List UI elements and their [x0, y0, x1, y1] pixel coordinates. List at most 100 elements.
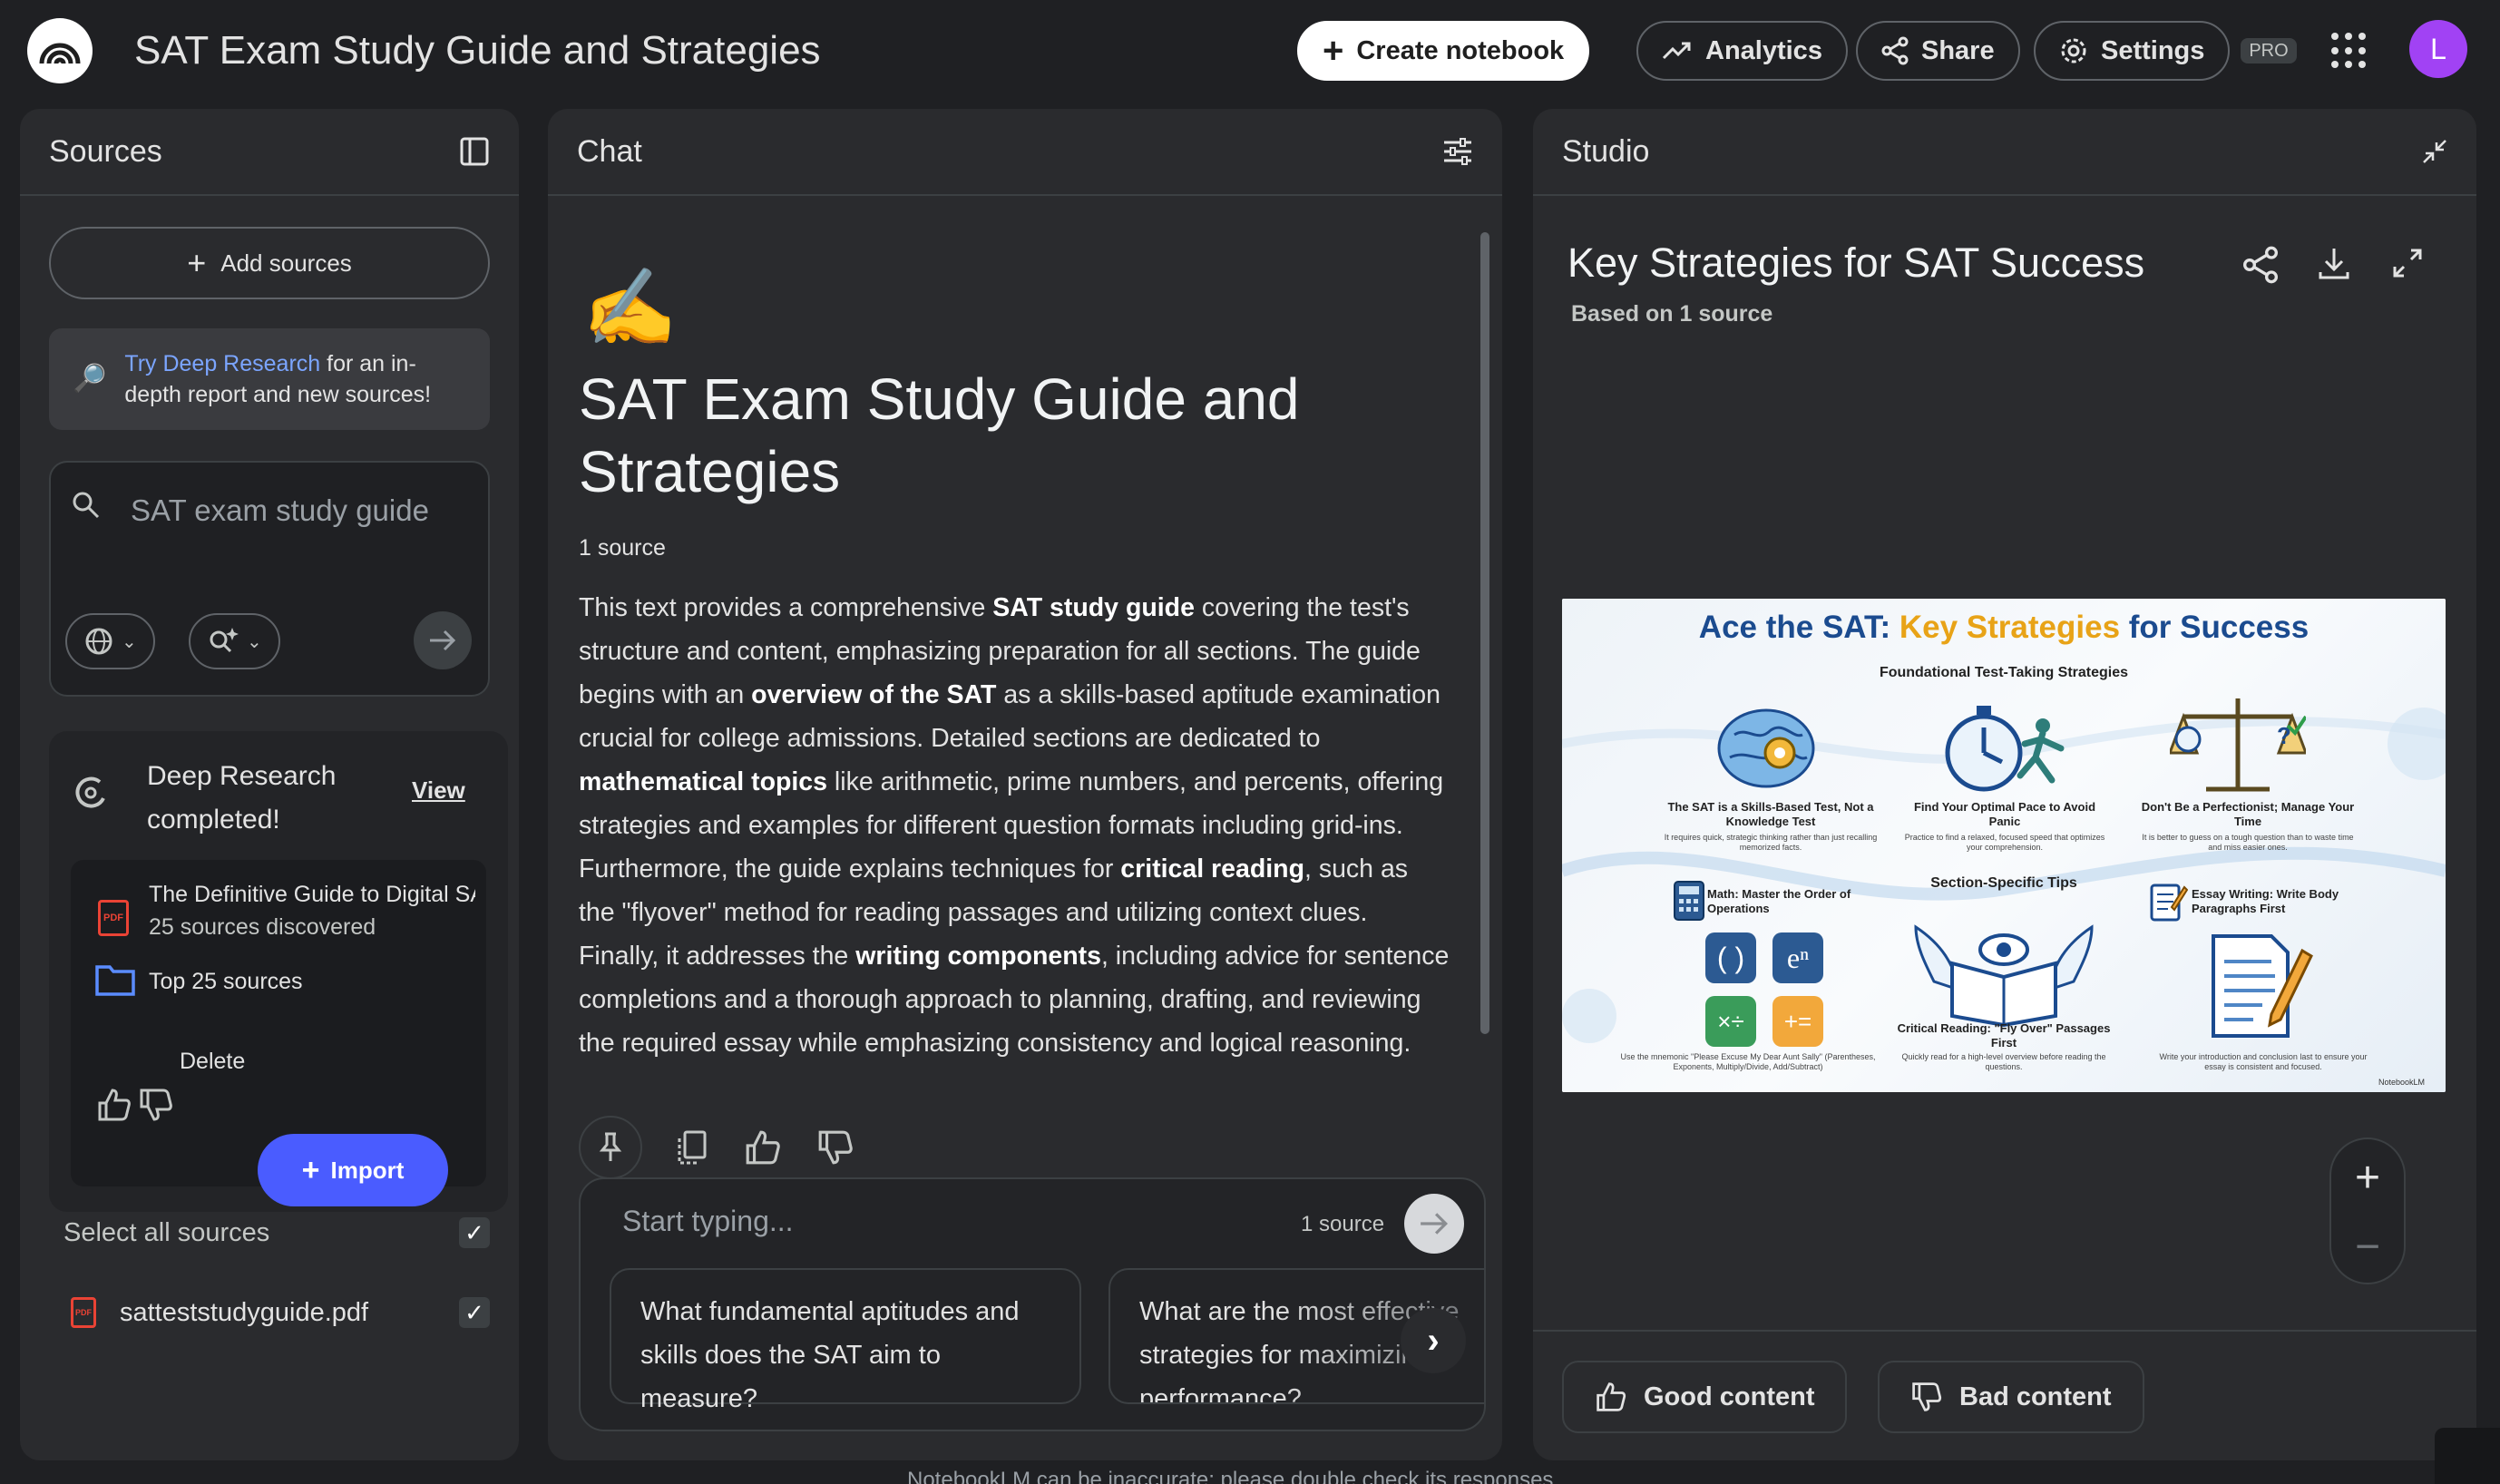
copy-button[interactable]	[660, 1116, 724, 1179]
import-button[interactable]: + Import	[258, 1134, 448, 1206]
analytics-button[interactable]: Analytics	[1636, 21, 1848, 81]
chat-thumbs-down-button[interactable]	[804, 1116, 867, 1179]
summary-bold-phrase: writing components	[855, 942, 1101, 971]
summary-bold-phrase: SAT study guide	[992, 593, 1195, 622]
sources-title: Sources	[49, 133, 162, 169]
pin-icon	[599, 1132, 622, 1161]
deep-research-status: Deep Research completed!	[147, 761, 337, 835]
deep-research-top-sources[interactable]: Top 25 sources	[149, 969, 303, 995]
infographic-section-specific: Section-Specific Tips	[1930, 875, 2077, 891]
create-notebook-button[interactable]: + Create notebook	[1297, 21, 1590, 81]
good-content-button[interactable]: Good content	[1562, 1361, 1848, 1433]
download-icon[interactable]	[2317, 245, 2351, 281]
infographic-title-c: for Success	[2120, 610, 2310, 645]
deep-research-delete-button[interactable]: Delete	[180, 1049, 245, 1075]
plus-icon: +	[187, 244, 207, 281]
math-tip-body: Use the mnemonic "Please Excuse My Dear …	[1620, 1052, 1876, 1071]
critical-reading-heading: Critical Reading: "Fly Over" Passages Fi…	[1897, 1021, 2111, 1050]
infographic-title: Ace the SAT: Key Strategies for Success	[1562, 610, 2446, 646]
suggested-question-1[interactable]: What fundamental aptitudes and skills do…	[610, 1268, 1081, 1413]
chat-thumbs-up-button[interactable]	[731, 1116, 795, 1179]
add-sources-button[interactable]: + Add sources	[49, 227, 490, 299]
strategy-card-1: The SAT is a Skills-Based Test, Not a Kn…	[1662, 800, 1880, 853]
notebook-title[interactable]: SAT Exam Study Guide and Strategies	[134, 25, 821, 76]
infographic-brand: NotebookLM	[2378, 1078, 2426, 1087]
pin-button[interactable]	[579, 1116, 642, 1179]
research-mode-selector[interactable]: ⌄	[189, 613, 280, 669]
settings-button[interactable]: Settings	[2034, 21, 2231, 81]
summary-bold-phrase: overview of the SAT	[751, 680, 997, 709]
zoom-in-button[interactable]: +	[2331, 1148, 2404, 1206]
web-source-selector[interactable]: ⌄	[65, 613, 155, 669]
chat-input[interactable]: Start typing...	[622, 1205, 794, 1238]
collapse-panel-icon[interactable]	[459, 136, 490, 167]
summary-bold-phrase: critical reading	[1120, 854, 1304, 884]
deep-research-result: PDF The Definitive Guide to Digital SAT …	[71, 860, 486, 1206]
chevron-down-icon: ⌄	[122, 631, 137, 652]
share-button[interactable]: Share	[1856, 21, 2020, 81]
arrow-right-icon	[1421, 1213, 1449, 1235]
collapse-icon[interactable]	[2422, 139, 2447, 164]
thumbs-up-icon[interactable]	[96, 1087, 132, 1123]
source-search-box[interactable]: SAT exam study guide ⌄ ⌄	[49, 461, 490, 697]
corner-widget[interactable]	[2435, 1428, 2500, 1484]
thumbs-down-icon[interactable]	[138, 1087, 174, 1123]
thumbs-down-icon	[818, 1130, 853, 1165]
chat-panel: Chat ✍️ SAT Exam Study Guide and Strateg…	[548, 109, 1502, 1460]
source-item[interactable]: PDF satteststudyguide.pdf ✓	[71, 1297, 490, 1328]
trending-up-icon	[1662, 42, 1691, 60]
strategy-1-body: It requires quick, strategic thinking ra…	[1664, 833, 1878, 852]
search-submit-button[interactable]	[414, 611, 472, 669]
note-title: Key Strategies for SAT Success	[1567, 239, 2145, 286]
share-icon[interactable]	[2242, 245, 2279, 285]
source-search-input[interactable]: SAT exam study guide	[131, 493, 429, 528]
deep-research-doc-subtitle: 25 sources discovered	[149, 914, 376, 940]
zoom-controls: + −	[2329, 1137, 2406, 1284]
sources-header: Sources	[20, 109, 519, 196]
deep-research-icon	[75, 776, 105, 808]
infographic[interactable]: Ace the SAT: Key Strategies for Success …	[1562, 599, 2446, 1092]
tune-settings-icon[interactable]	[1442, 137, 1473, 166]
apps-grid-icon[interactable]	[2331, 33, 2368, 69]
deep-research-link[interactable]: Try Deep Research	[124, 351, 320, 376]
parentheses-icon: ( )	[1705, 932, 1756, 983]
import-label: Import	[330, 1156, 405, 1184]
bad-content-label: Bad content	[1959, 1381, 2112, 1411]
studio-panel: Studio Key Strategies for SAT Success Ba…	[1533, 109, 2476, 1460]
infographic-title-a: Ace the SAT:	[1698, 610, 1899, 645]
multiply-divide-icon: ×÷	[1705, 996, 1756, 1047]
avatar[interactable]: L	[2409, 20, 2467, 78]
search-icon	[73, 492, 100, 519]
add-subtract-icon: +=	[1772, 996, 1823, 1047]
notebooklm-logo-icon[interactable]	[27, 18, 93, 83]
magnifier-sparkle-icon: 🔎	[73, 364, 107, 394]
send-button[interactable]	[1404, 1194, 1464, 1254]
good-content-label: Good content	[1644, 1381, 1815, 1411]
winged-book-icon	[1914, 924, 2094, 1027]
studio-header: Studio	[1533, 109, 2476, 196]
strategy-3-heading: Don't Be a Perfectionist; Manage Your Ti…	[2141, 800, 2355, 828]
composer-source-count: 1 source	[1301, 1212, 1385, 1236]
deep-research-doc-title[interactable]: The Definitive Guide to Digital SAT	[149, 882, 475, 908]
sources-panel: Sources + Add sources 🔎 Try Deep Researc…	[20, 109, 519, 1460]
deep-research-view-link[interactable]: View	[412, 776, 465, 805]
source-file-name[interactable]: satteststudyguide.pdf	[120, 1298, 368, 1328]
fullscreen-icon[interactable]	[2391, 247, 2424, 279]
deep-research-promo[interactable]: 🔎 Try Deep Research for an in-depth repo…	[49, 328, 490, 430]
add-sources-label: Add sources	[220, 249, 352, 277]
select-all-checkbox[interactable]: ✓	[459, 1217, 490, 1248]
thumbs-up-icon	[1597, 1382, 1626, 1411]
select-all-label: Select all sources	[63, 1217, 270, 1247]
source-checkbox[interactable]: ✓	[459, 1297, 490, 1328]
studio-title: Studio	[1562, 133, 1650, 169]
stopwatch-runner-icon	[1945, 706, 2065, 792]
suggestions-next-button[interactable]: ›	[1401, 1308, 1466, 1373]
zoom-out-button[interactable]: −	[2331, 1217, 2404, 1275]
notebook-emoji: ✍️	[582, 265, 678, 350]
chat-scrollbar[interactable]	[1480, 232, 1489, 1034]
select-all-row[interactable]: Select all sources ✓	[63, 1217, 490, 1248]
pro-badge: PRO	[2241, 38, 2297, 63]
critical-reading-tip: Critical Reading: "Fly Over" Passages Fi…	[1890, 1021, 2117, 1072]
bad-content-button[interactable]: Bad content	[1878, 1361, 2144, 1433]
summary-text: This text provides a comprehensive	[579, 593, 993, 622]
